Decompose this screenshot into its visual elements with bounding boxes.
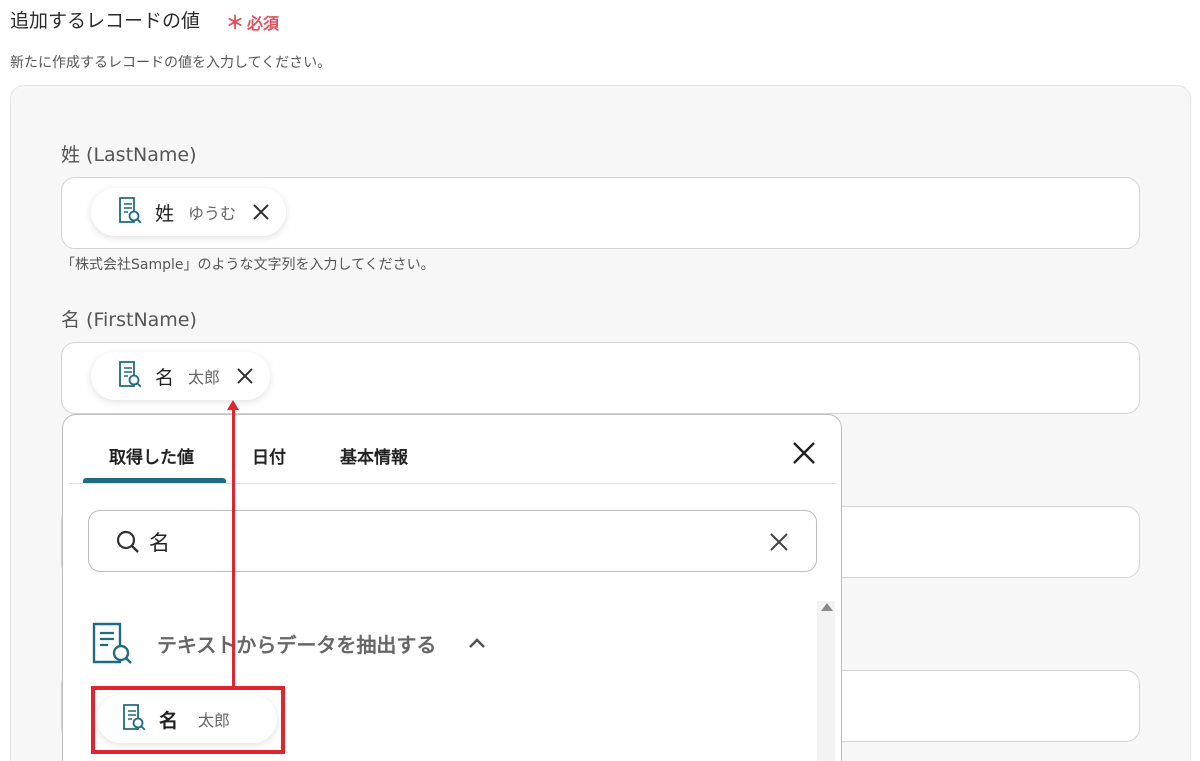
tab-basic-info[interactable]: 基本情報 xyxy=(340,443,408,468)
chip-value: ゆうむ xyxy=(188,204,237,223)
chip-name: 名 xyxy=(155,366,175,389)
first-name-label: 名 (FirstName) xyxy=(61,309,197,331)
clear-search-icon[interactable] xyxy=(768,531,790,553)
first-name-chip[interactable]: 名 太郎 xyxy=(91,352,271,400)
document-search-icon xyxy=(91,621,135,665)
required-badge: ＊必須 xyxy=(226,9,279,35)
group-title: テキストからデータを抽出する xyxy=(157,633,437,657)
required-star: ＊ xyxy=(226,13,244,34)
tab-acquired-values[interactable]: 取得した値 xyxy=(109,443,194,468)
annotation-arrow-line xyxy=(232,408,235,688)
last-name-chip[interactable]: 姓 ゆうむ xyxy=(91,188,287,236)
search-icon xyxy=(115,529,141,555)
scrollbar[interactable] xyxy=(817,601,835,761)
chip-name: 姓 xyxy=(155,202,175,225)
document-search-icon xyxy=(117,196,143,228)
annotation-highlight-box xyxy=(91,686,285,754)
last-name-hint: 「株式会社Sample」のような文字列を入力してください。 xyxy=(61,257,435,273)
last-name-label: 姓 (LastName) xyxy=(61,144,197,166)
close-icon[interactable] xyxy=(790,439,818,467)
remove-chip-icon[interactable] xyxy=(250,201,272,223)
chevron-up-icon[interactable] xyxy=(467,635,487,651)
chip-value: 太郎 xyxy=(188,368,221,387)
annotation-arrow-head xyxy=(227,400,239,410)
tab-date[interactable]: 日付 xyxy=(252,443,286,468)
section-title: 追加するレコードの値 xyxy=(10,10,201,32)
scroll-up-arrow-icon[interactable] xyxy=(821,603,833,611)
section-description: 新たに作成するレコードの値を入力してください。 xyxy=(10,55,332,71)
remove-chip-icon[interactable] xyxy=(234,365,256,387)
search-value: 名 xyxy=(149,531,170,555)
tab-divider xyxy=(69,483,837,484)
document-search-icon xyxy=(117,360,143,392)
search-input[interactable]: 名 xyxy=(88,510,817,572)
required-label: 必須 xyxy=(247,14,280,33)
